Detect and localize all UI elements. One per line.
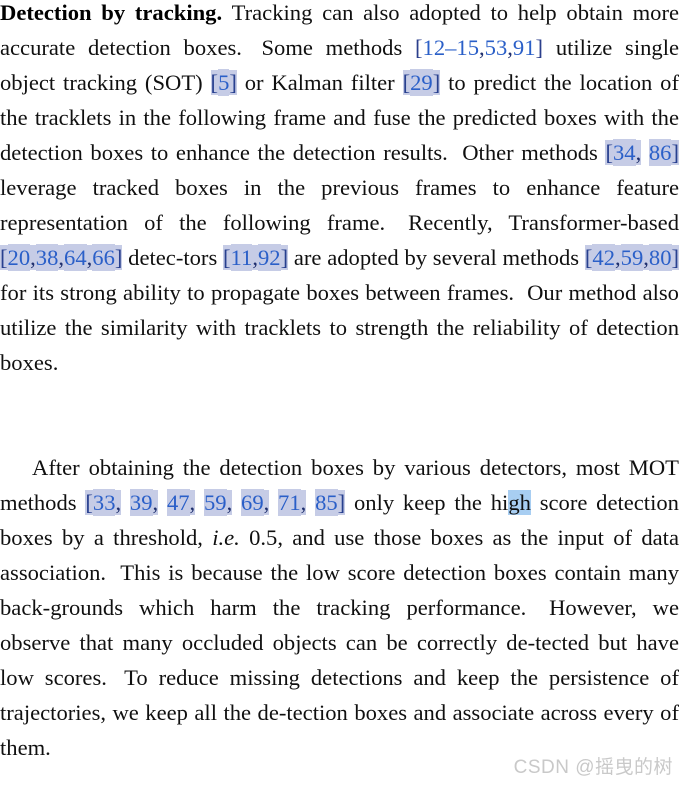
citation-link-66[interactable]: 66 [92, 245, 115, 271]
citation-link-12-15[interactable]: 12–15 [423, 35, 479, 60]
body-text: Some methods [261, 35, 403, 61]
citation-bracket-close: ] [280, 245, 289, 271]
citation-link-92[interactable]: 92 [257, 245, 281, 271]
citation-link-69[interactable]: 69 [241, 490, 264, 516]
citation-link-33[interactable]: 33 [92, 490, 116, 516]
citation-link-53[interactable]: 53 [485, 35, 508, 60]
body-text: are adopted by several methods [293, 245, 580, 271]
citation-comma: , [152, 490, 159, 516]
citation-bracket-close: ] [337, 490, 346, 516]
citation-link-80[interactable]: 80 [648, 245, 672, 271]
citation-bracket-open: [ [210, 70, 219, 96]
citation-link-64[interactable]: 64 [64, 245, 87, 271]
citation-bracket-open: [ [85, 490, 93, 516]
citation-bracket-close: ] [432, 70, 441, 96]
citation-link-86[interactable]: 86 [648, 140, 672, 166]
citation-comma: , [615, 245, 621, 271]
citation-bracket-open: [ [0, 245, 8, 271]
citation-comma: , [635, 140, 642, 166]
citation-bracket-open: [ [402, 70, 411, 96]
document-page: Detection by tracking. Tracking can also … [0, 0, 679, 787]
citation-bracket-open: [ [415, 35, 423, 61]
body-text: Recently, Transformer-based [408, 210, 679, 236]
citation-link-39[interactable]: 39 [129, 490, 153, 516]
citation-comma: , [115, 490, 122, 516]
citation-link-71[interactable]: 71 [278, 490, 301, 516]
citation-bracket-open: [ [223, 245, 231, 271]
body-text: or Kalman filter [244, 70, 395, 96]
citation-link-5[interactable]: 5 [218, 70, 230, 96]
citation-bracket-close: ] [114, 245, 123, 271]
latin-abbrev-ie: i.e. [212, 525, 240, 551]
citation-link-91[interactable]: 91 [513, 35, 536, 60]
citation-bracket-open: [ [605, 140, 613, 166]
citation-link-59[interactable]: 59 [203, 490, 227, 516]
body-text: Other methods [462, 140, 598, 166]
citation-bracket-close: ] [671, 245, 679, 271]
citation-comma: , [300, 490, 307, 516]
citation-comma: , [263, 490, 270, 516]
citation-link-59[interactable]: 59 [620, 245, 644, 271]
paragraph-detection-by-tracking: Detection by tracking. Tracking can also … [0, 0, 679, 381]
body-text: only keep the [353, 490, 482, 516]
citation-link-34[interactable]: 34 [613, 140, 636, 166]
citation-bracket-close: ] [535, 35, 544, 61]
citation-link-42[interactable]: 42 [592, 245, 615, 271]
selected-text-highlight: gh [508, 490, 531, 516]
paragraph-runin-heading: Detection by tracking. [0, 0, 223, 25]
citation-comma: , [226, 490, 233, 516]
citation-comma: , [30, 245, 36, 271]
word-high-prefix: hi [490, 490, 509, 516]
citation-link-20[interactable]: 20 [7, 245, 31, 271]
body-text: grounds which harm the tracking performa… [50, 595, 527, 621]
citation-link-11[interactable]: 11 [230, 245, 253, 271]
citation-bracket-close: ] [671, 140, 679, 166]
citation-link-47[interactable]: 47 [166, 490, 190, 516]
paragraph-after-obtaining: After obtaining the detection boxes by v… [0, 450, 679, 765]
citation-bracket-close: ] [229, 70, 237, 96]
body-text: detec- [128, 245, 184, 271]
citation-link-29[interactable]: 29 [410, 70, 433, 96]
body-text: tors [183, 245, 218, 271]
body-text: for its strong ability to propagate boxe… [0, 280, 515, 306]
citation-comma: , [189, 490, 196, 516]
citation-link-85[interactable]: 85 [315, 490, 338, 516]
citation-link-38[interactable]: 38 [35, 245, 59, 271]
